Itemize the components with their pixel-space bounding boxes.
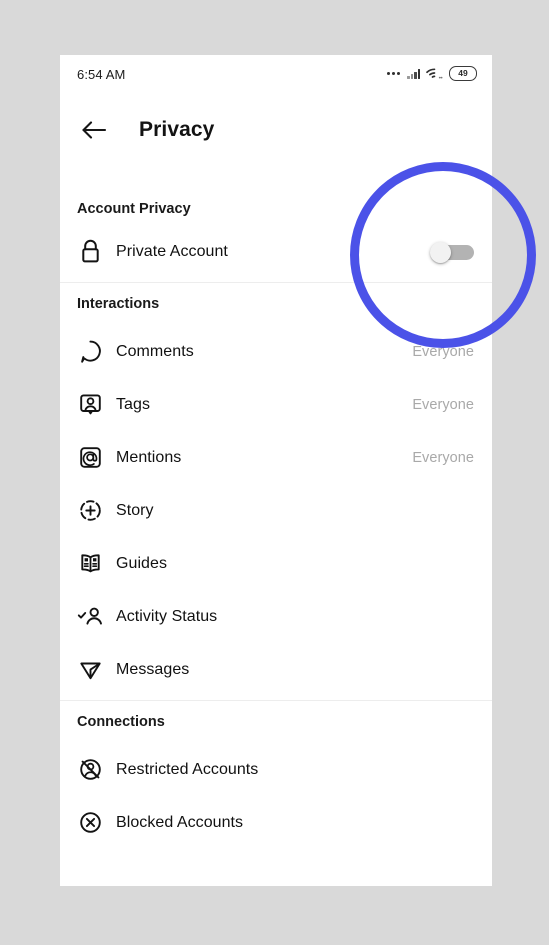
screenshot-root: 6:54 AM 49 Privacy Account Privacy Priva… [0, 0, 549, 945]
row-comments[interactable]: Comments Everyone [60, 325, 492, 378]
row-label-tags: Tags [116, 395, 150, 413]
status-bar-clock: 6:54 AM [77, 67, 126, 82]
row-label-private-account: Private Account [116, 242, 228, 260]
row-guides[interactable]: Guides [60, 537, 492, 590]
more-dots-icon [387, 72, 400, 75]
tag-person-icon [77, 391, 104, 418]
section-header-interactions: Interactions [77, 296, 160, 312]
lock-icon [77, 238, 104, 265]
row-label-comments: Comments [116, 342, 194, 360]
row-story[interactable]: Story [60, 484, 492, 537]
private-account-toggle-wrap [430, 242, 474, 263]
private-account-toggle[interactable] [430, 242, 474, 263]
page-title: Privacy [139, 118, 215, 141]
row-blocked-accounts[interactable]: Blocked Accounts [60, 796, 492, 849]
back-button[interactable] [77, 113, 111, 147]
section-header-connections: Connections [77, 714, 165, 730]
row-label-story: Story [116, 501, 154, 519]
signal-bars-icon [407, 68, 420, 79]
row-label-messages: Messages [116, 660, 190, 678]
section-header-account-privacy: Account Privacy [77, 201, 191, 217]
guides-book-icon [77, 550, 104, 577]
x-circle-icon [77, 809, 104, 836]
row-activity-status[interactable]: Activity Status [60, 590, 492, 643]
status-bar-icons: 49 [387, 66, 477, 81]
app-header: Privacy [60, 101, 492, 167]
battery-icon: 49 [449, 66, 477, 81]
phone-screen: 6:54 AM 49 Privacy Account Privacy Priva… [60, 55, 492, 886]
paper-plane-icon [77, 656, 104, 683]
row-restricted-accounts[interactable]: Restricted Accounts [60, 743, 492, 796]
row-value-tags: Everyone [412, 396, 474, 413]
person-slash-icon [77, 756, 104, 783]
status-bar: 6:54 AM 49 [60, 55, 492, 101]
row-mentions[interactable]: Mentions Everyone [60, 431, 492, 484]
row-value-comments: Everyone [412, 343, 474, 360]
arrow-left-icon [81, 120, 107, 140]
row-label-guides: Guides [116, 554, 167, 572]
row-messages[interactable]: Messages [60, 643, 492, 696]
row-label-blocked-accounts: Blocked Accounts [116, 813, 244, 831]
row-private-account[interactable]: Private Account [60, 225, 492, 278]
row-label-restricted-accounts: Restricted Accounts [116, 760, 259, 778]
at-mention-icon [77, 444, 104, 471]
toggle-knob [430, 242, 451, 263]
row-label-mentions: Mentions [116, 448, 182, 466]
row-tags[interactable]: Tags Everyone [60, 378, 492, 431]
person-check-icon [77, 603, 104, 630]
row-label-activity-status: Activity Status [116, 607, 218, 625]
story-plus-icon [77, 497, 104, 524]
battery-level-label: 49 [458, 68, 468, 79]
row-value-mentions: Everyone [412, 449, 474, 466]
comment-bubble-icon [77, 338, 104, 365]
wifi-icon [426, 67, 443, 80]
